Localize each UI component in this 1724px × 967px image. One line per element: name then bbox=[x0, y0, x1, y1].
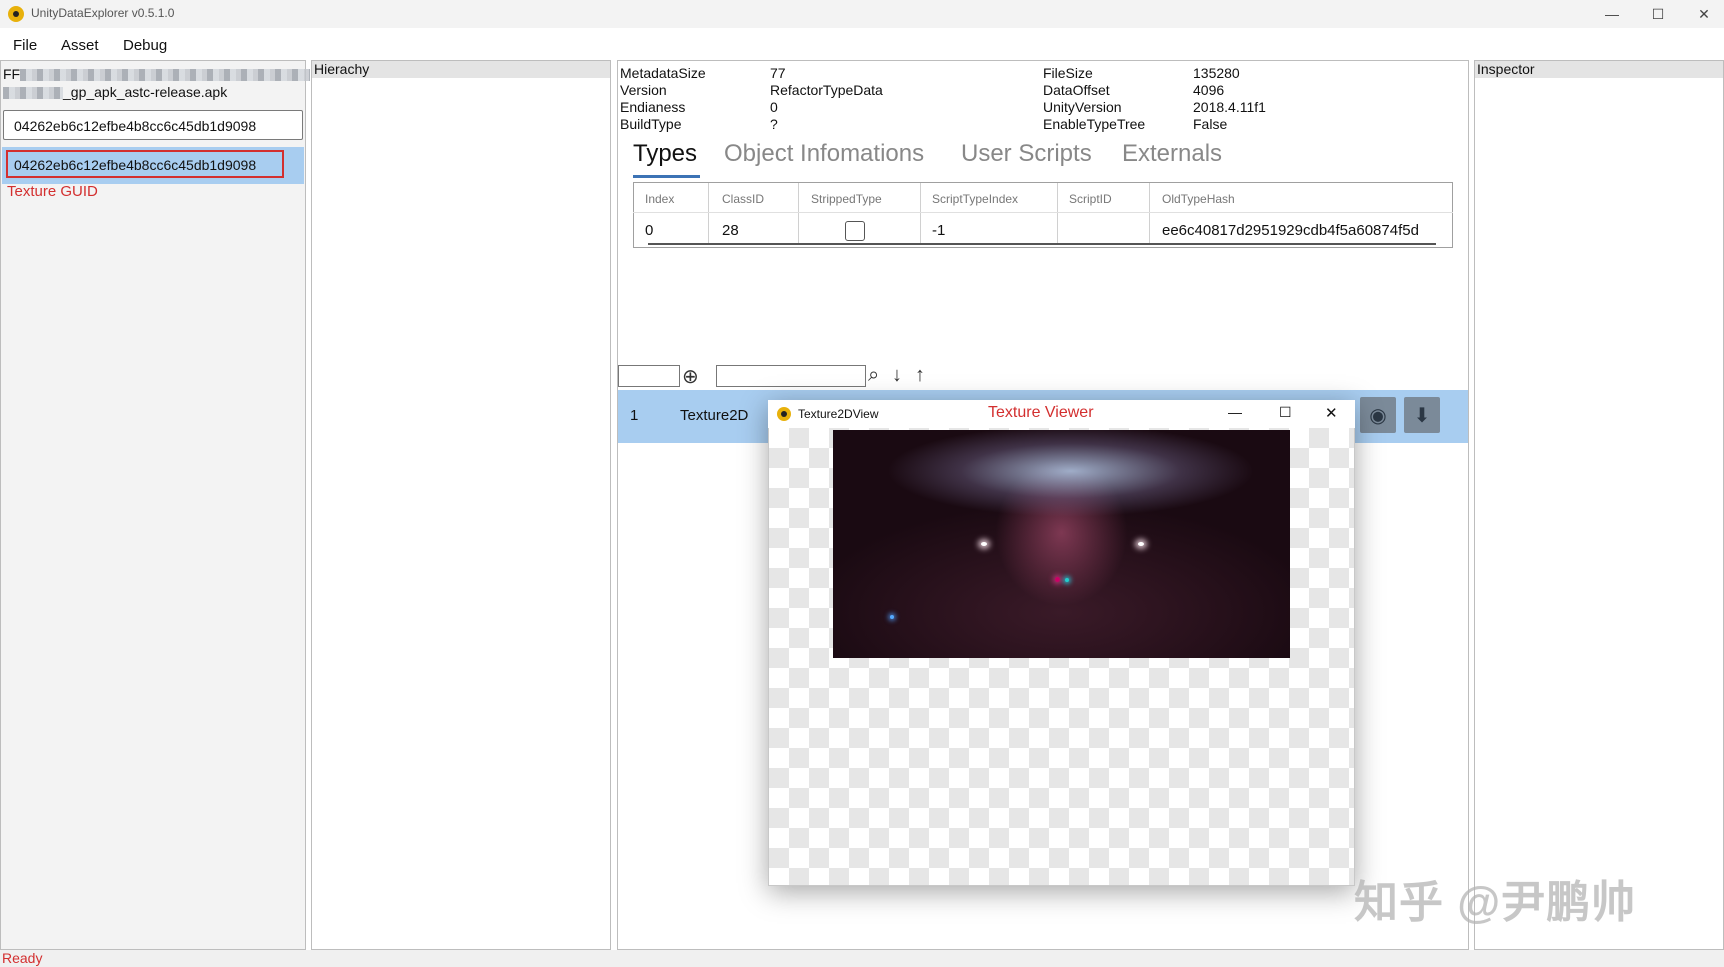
index-jump-input[interactable] bbox=[618, 365, 680, 387]
arrow-down-icon[interactable]: ↓ bbox=[892, 364, 902, 387]
jump-down-circle-icon[interactable]: ⊕ bbox=[682, 364, 699, 389]
filter-input[interactable] bbox=[716, 365, 866, 387]
hierarchy-header: Hierachy bbox=[312, 61, 610, 78]
export-button[interactable]: ⬇ bbox=[1404, 397, 1440, 433]
meta-value: 2018.4.11f1 bbox=[1193, 99, 1266, 115]
meta-key: MetadataSize bbox=[620, 65, 706, 81]
row-divider bbox=[648, 243, 1436, 245]
scene-light bbox=[1065, 578, 1069, 582]
file-name: _gp_apk_astc-release.apk bbox=[63, 84, 228, 100]
eye-icon: ◉ bbox=[1369, 404, 1387, 427]
hierarchy-panel: Hierachy bbox=[311, 60, 611, 950]
column-header[interactable]: ClassID bbox=[722, 192, 764, 206]
watermark: 知乎 @尹鹏帅 bbox=[1354, 878, 1637, 927]
tab-object-infomations[interactable]: Object Infomations bbox=[724, 140, 924, 168]
close-button[interactable]: ✕ bbox=[1681, 0, 1724, 28]
status-bar bbox=[0, 950, 1724, 967]
column-header[interactable]: OldTypeHash bbox=[1162, 192, 1235, 206]
redacted-path bbox=[20, 69, 311, 82]
meta-key: FileSize bbox=[1043, 65, 1093, 81]
minimize-button[interactable]: — bbox=[1589, 0, 1635, 28]
tab-user-scripts[interactable]: User Scripts bbox=[961, 140, 1092, 168]
tab-types[interactable]: Types bbox=[633, 140, 697, 168]
column-divider bbox=[1057, 183, 1058, 243]
preview-eye-button[interactable]: ◉ bbox=[1360, 397, 1396, 433]
scene-light bbox=[1138, 542, 1144, 546]
file-path-line-1: FF bbox=[3, 66, 311, 82]
title-bar bbox=[0, 0, 1724, 28]
texture-guid-annotation: Texture GUID bbox=[7, 183, 98, 200]
texture-window-title: Texture2DView bbox=[798, 407, 879, 421]
meta-value: 4096 bbox=[1193, 82, 1225, 98]
window-title: UnityDataExplorer v0.5.1.0 bbox=[31, 6, 175, 20]
meta-key: DataOffset bbox=[1043, 82, 1110, 98]
scene-light bbox=[981, 542, 987, 546]
file-path-line-2: _gp_apk_astc-release.apk bbox=[3, 84, 227, 100]
meta-key: UnityVersion bbox=[1043, 99, 1122, 115]
app-logo-icon bbox=[8, 6, 24, 22]
meta-value: 77 bbox=[770, 65, 786, 81]
meta-value: 135280 bbox=[1193, 65, 1240, 81]
column-divider bbox=[1149, 183, 1150, 243]
download-icon: ⬇ bbox=[1413, 404, 1431, 427]
meta-value: False bbox=[1193, 116, 1228, 132]
status-text: Ready bbox=[2, 950, 43, 966]
column-header[interactable]: StrippedType bbox=[811, 192, 882, 206]
tab-externals[interactable]: Externals bbox=[1122, 140, 1222, 168]
stripped-type-checkbox[interactable] bbox=[845, 221, 865, 241]
object-index: 1 bbox=[630, 407, 639, 424]
meta-key: EnableTypeTree bbox=[1043, 116, 1146, 132]
column-divider bbox=[708, 183, 709, 243]
meta-key: Endianess bbox=[620, 99, 686, 115]
menu-file[interactable]: File bbox=[13, 37, 37, 54]
scene-light bbox=[890, 615, 894, 619]
meta-key: BuildType bbox=[620, 116, 682, 132]
search-result-guid[interactable]: 04262eb6c12efbe4b8cc6c45db1d9098 bbox=[6, 150, 284, 178]
meta-value: 0 bbox=[770, 99, 778, 115]
texture-close-button[interactable]: ✕ bbox=[1325, 404, 1338, 422]
column-divider bbox=[920, 183, 921, 243]
inspector-header: Inspector bbox=[1475, 61, 1723, 78]
guid-search-input[interactable]: 04262eb6c12efbe4b8cc6c45db1d9098 bbox=[3, 110, 303, 140]
search-icon[interactable]: ⌕ bbox=[868, 364, 879, 387]
maximize-button[interactable]: ☐ bbox=[1635, 0, 1681, 28]
column-header[interactable]: ScriptID bbox=[1069, 192, 1112, 206]
cell-old-type-hash: ee6c40817d2951929cdb4f5a60874f5d bbox=[1162, 222, 1419, 239]
menu-bar bbox=[0, 28, 1724, 62]
column-header[interactable]: ScriptTypeIndex bbox=[932, 192, 1018, 206]
texture-minimize-button[interactable]: — bbox=[1228, 404, 1242, 420]
header-divider bbox=[633, 212, 1453, 213]
cell-index: 0 bbox=[645, 222, 654, 239]
meta-value: ? bbox=[770, 116, 778, 132]
cell-classid: 28 bbox=[722, 222, 739, 239]
meta-key: Version bbox=[620, 82, 667, 98]
menu-asset[interactable]: Asset bbox=[61, 37, 99, 54]
redacted-path bbox=[3, 87, 63, 100]
column-divider bbox=[798, 183, 799, 243]
app-logo-icon bbox=[777, 407, 791, 421]
cell-script-type-index: -1 bbox=[932, 222, 946, 239]
texture-preview-image bbox=[833, 430, 1290, 658]
texture-maximize-button[interactable]: ☐ bbox=[1279, 404, 1292, 421]
object-type: Texture2D bbox=[680, 407, 749, 424]
scene-light bbox=[1055, 577, 1060, 582]
column-header[interactable]: Index bbox=[645, 192, 674, 206]
meta-value: RefactorTypeData bbox=[770, 82, 883, 98]
menu-debug[interactable]: Debug bbox=[123, 37, 167, 54]
active-tab-indicator bbox=[633, 175, 700, 178]
arrow-up-icon[interactable]: ↑ bbox=[915, 364, 925, 387]
file-path-prefix: FF bbox=[3, 66, 21, 82]
texture-viewer-annotation: Texture Viewer bbox=[988, 404, 1094, 421]
inspector-panel: Inspector bbox=[1474, 60, 1724, 950]
